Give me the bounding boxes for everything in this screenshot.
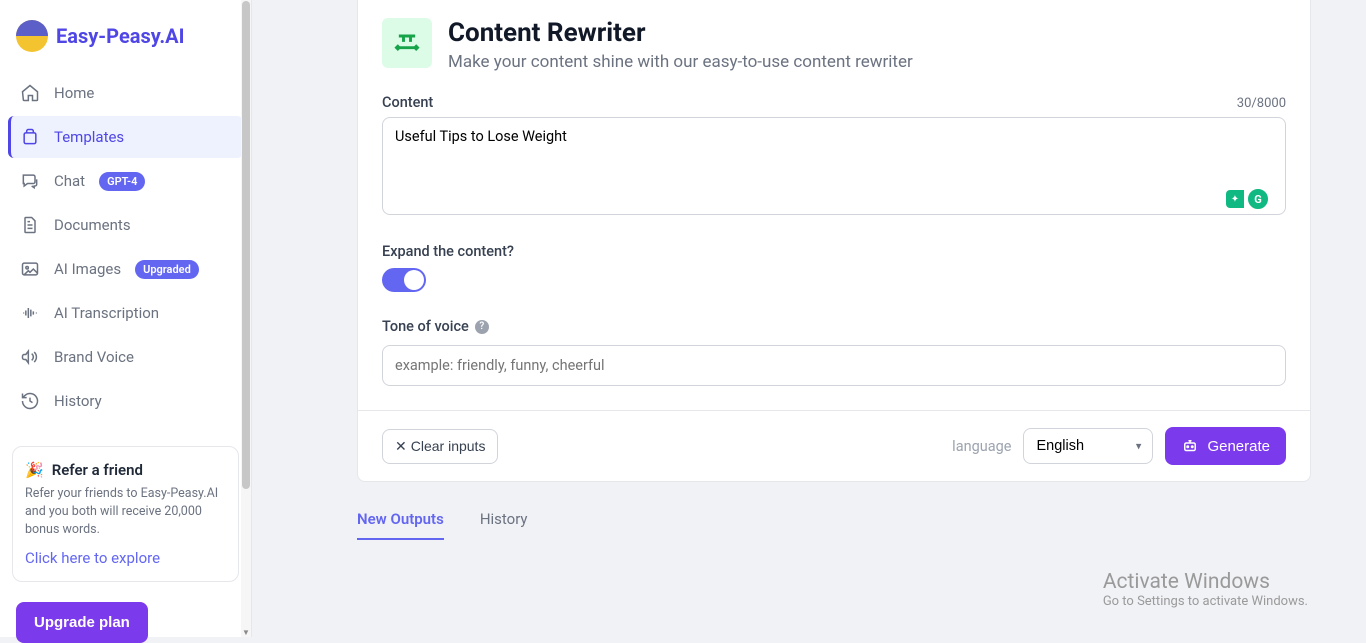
refer-friend-card: 🎉 Refer a friend Refer your friends to E…	[12, 446, 239, 582]
nav-label: Documents	[54, 216, 131, 234]
documents-icon	[20, 215, 40, 235]
page-subtitle: Make your content shine with our easy-to…	[448, 52, 913, 72]
action-bar: ✕ Clear inputs language English ▾ Genera…	[358, 410, 1310, 481]
sidebar: Easy-Peasy.AI Home Templates Chat GPT-4 …	[0, 0, 252, 637]
language-select[interactable]: English	[1023, 428, 1153, 464]
audio-icon	[20, 303, 40, 323]
form-card: Content Rewriter Make your content shine…	[357, 0, 1311, 482]
sidebar-item-chat[interactable]: Chat GPT-4	[8, 160, 243, 202]
sidebar-item-documents[interactable]: Documents	[8, 204, 243, 246]
gpt4-badge: GPT-4	[99, 172, 145, 191]
home-icon	[20, 83, 40, 103]
robot-icon	[1181, 437, 1199, 455]
brand-name: Easy-Peasy.AI	[56, 24, 184, 48]
history-icon	[20, 391, 40, 411]
nav-label: History	[54, 392, 102, 410]
sidebar-item-home[interactable]: Home	[8, 72, 243, 114]
generate-button[interactable]: Generate	[1165, 427, 1286, 465]
nav-label: AI Transcription	[54, 304, 159, 322]
expand-toggle[interactable]	[382, 268, 426, 292]
page-header: Content Rewriter Make your content shine…	[382, 18, 1286, 72]
party-icon: 🎉	[25, 461, 44, 479]
nav-label: Templates	[54, 128, 124, 146]
refer-link[interactable]: Click here to explore	[25, 549, 226, 567]
tone-input[interactable]	[382, 345, 1286, 386]
nav-label: AI Images	[54, 260, 121, 278]
logo[interactable]: Easy-Peasy.AI	[0, 0, 251, 68]
chat-icon	[20, 171, 40, 191]
rewriter-icon	[382, 18, 432, 68]
tone-label: Tone of voice	[382, 318, 469, 335]
refer-title: Refer a friend	[52, 461, 143, 479]
refer-title-row: 🎉 Refer a friend	[25, 461, 226, 479]
output-tabs: New Outputs History	[357, 482, 1311, 540]
templates-icon	[20, 127, 40, 147]
megaphone-icon	[20, 347, 40, 367]
content-label: Content	[382, 94, 433, 111]
main-content: Content Rewriter Make your content shine…	[252, 0, 1366, 637]
nav: Home Templates Chat GPT-4 Documents AI I…	[0, 68, 251, 428]
sidebar-item-ai-images[interactable]: AI Images Upgraded	[8, 248, 243, 290]
toggle-knob	[404, 270, 424, 290]
expand-label: Expand the content?	[382, 243, 1286, 260]
sidebar-item-templates[interactable]: Templates	[8, 116, 243, 158]
grammarly-icon: G	[1248, 189, 1268, 209]
clear-label: Clear inputs	[411, 438, 486, 454]
tab-new-outputs[interactable]: New Outputs	[357, 510, 444, 540]
bulb-icon: ✦	[1226, 190, 1244, 208]
page-title: Content Rewriter	[448, 18, 913, 48]
sidebar-item-ai-transcription[interactable]: AI Transcription	[8, 292, 243, 334]
content-textarea[interactable]	[382, 117, 1286, 215]
tab-history[interactable]: History	[480, 510, 528, 540]
grammarly-widget[interactable]: ✦ G	[1226, 189, 1268, 209]
refer-description: Refer your friends to Easy-Peasy.AI and …	[25, 485, 226, 539]
sidebar-item-brand-voice[interactable]: Brand Voice	[8, 336, 243, 378]
sidebar-item-history[interactable]: History	[8, 380, 243, 422]
image-icon	[20, 259, 40, 279]
char-counter: 30/8000	[1237, 96, 1286, 111]
help-icon[interactable]: ?	[475, 320, 489, 334]
upgraded-badge: Upgraded	[135, 260, 199, 279]
nav-label: Brand Voice	[54, 348, 134, 366]
tone-label-row: Tone of voice ?	[382, 318, 1286, 335]
x-icon: ✕	[395, 438, 407, 455]
nav-label: Chat	[54, 172, 85, 190]
logo-icon	[16, 20, 48, 52]
clear-inputs-button[interactable]: ✕ Clear inputs	[382, 429, 498, 464]
nav-label: Home	[54, 84, 94, 102]
sidebar-scrollbar[interactable]: ▲ ▼	[241, 0, 251, 637]
language-label: language	[952, 438, 1011, 455]
generate-label: Generate	[1207, 438, 1270, 455]
scrollbar-thumb[interactable]	[242, 1, 250, 489]
